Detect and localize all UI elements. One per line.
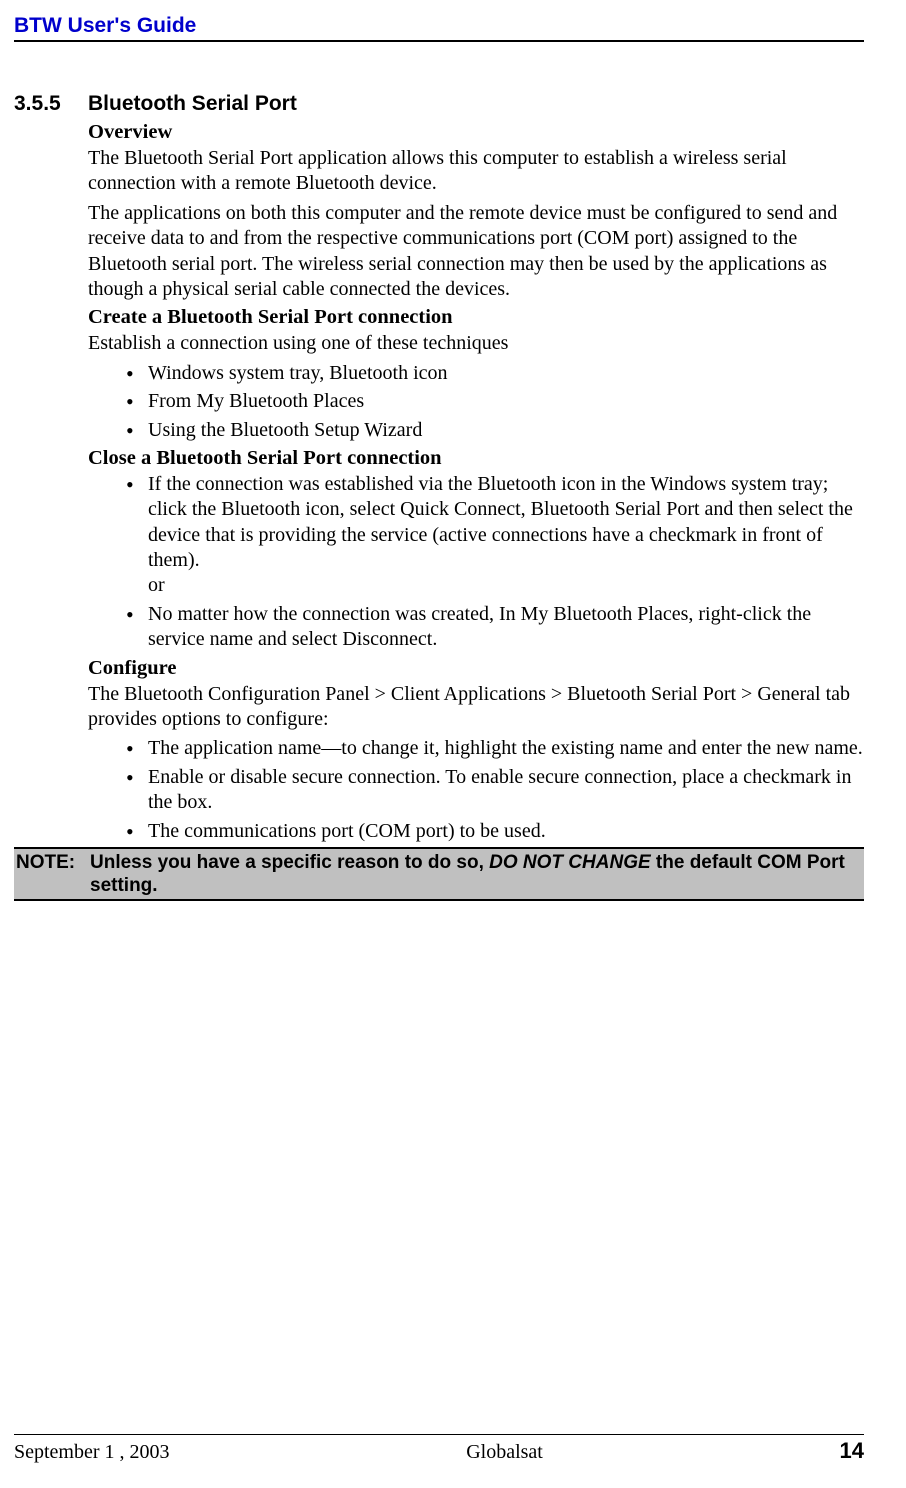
note-box: NOTE: Unless you have a specific reason … bbox=[14, 847, 864, 901]
create-heading: Create a Bluetooth Serial Port connectio… bbox=[88, 306, 864, 329]
list-item: The application name—to change it, highl… bbox=[126, 736, 864, 761]
configure-intro: The Bluetooth Configuration Panel > Clie… bbox=[88, 682, 864, 733]
section-heading: 3.5.5 Bluetooth Serial Port bbox=[14, 92, 864, 116]
create-list: Windows system tray, Bluetooth icon From… bbox=[88, 361, 864, 443]
page-content: 3.5.5 Bluetooth Serial Port Overview The… bbox=[14, 42, 864, 1424]
note-emphasis: DO NOT CHANGE bbox=[489, 852, 651, 873]
overview-para-1: The Bluetooth Serial Port application al… bbox=[88, 146, 864, 197]
header-title: BTW User's Guide bbox=[14, 14, 196, 37]
page-number: 14 bbox=[840, 1438, 864, 1464]
list-item: The communications port (COM port) to be… bbox=[126, 819, 864, 844]
configure-list: The application name—to change it, highl… bbox=[88, 736, 864, 844]
list-item: Using the Bluetooth Setup Wizard bbox=[126, 418, 864, 443]
overview-para-2: The applications on both this computer a… bbox=[88, 201, 864, 303]
page-footer: September 1 , 2003 Globalsat 14 bbox=[14, 1434, 864, 1464]
close-heading: Close a Bluetooth Serial Port connection bbox=[88, 447, 864, 470]
list-item: No matter how the connection was created… bbox=[126, 602, 864, 653]
list-item: Enable or disable secure connection. To … bbox=[126, 765, 864, 816]
configure-heading: Configure bbox=[88, 657, 864, 680]
section-title: Bluetooth Serial Port bbox=[88, 92, 297, 116]
create-intro: Establish a connection using one of thes… bbox=[88, 331, 864, 356]
list-item: From My Bluetooth Places bbox=[126, 389, 864, 414]
list-item: Windows system tray, Bluetooth icon bbox=[126, 361, 864, 386]
section-number: 3.5.5 bbox=[14, 92, 88, 116]
footer-date: September 1 , 2003 bbox=[14, 1441, 170, 1464]
note-label: NOTE: bbox=[14, 851, 90, 897]
close-list: If the connection was established via th… bbox=[88, 472, 864, 653]
list-item: If the connection was established via th… bbox=[126, 472, 864, 599]
overview-heading: Overview bbox=[88, 121, 864, 144]
page-header: BTW User's Guide bbox=[14, 14, 864, 42]
note-text-before: Unless you have a specific reason to do … bbox=[90, 852, 489, 873]
footer-company: Globalsat bbox=[170, 1441, 840, 1464]
note-text: Unless you have a specific reason to do … bbox=[90, 851, 864, 897]
